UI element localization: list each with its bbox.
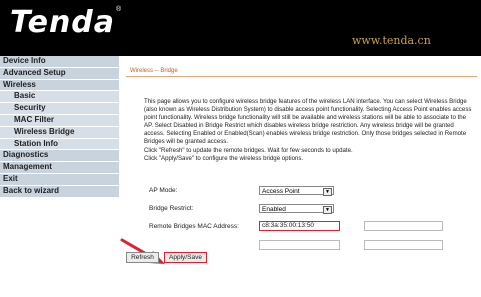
site-url: www.tenda.cn [352,34,431,47]
sidebar-item-device-info[interactable]: Device Info [0,56,119,68]
chevron-down-icon: ▼ [323,188,332,196]
sidebar-item-station-info[interactable]: Station Info [0,138,119,151]
bridge-restrict-label: Bridge Restrict: [149,205,194,212]
page-description: This page allows you to configure wirele… [144,98,476,163]
ap-mode-label: AP Mode: [149,187,178,194]
sidebar-item-exit[interactable]: Exit [0,173,119,186]
sidebar-item-security[interactable]: Security [0,103,119,115]
sidebar-item-basic[interactable]: Basic [0,91,119,104]
remote-mac-input-1[interactable]: c8:3a:35:00:13:50 [259,221,340,231]
remote-mac-input-2[interactable] [364,221,443,231]
bridge-restrict-value: Enabled [262,206,286,213]
remote-mac-label: Remote Bridges MAC Address: [149,223,239,230]
remote-mac-input-3[interactable] [259,240,340,250]
header-banner: Tenda ® www.tenda.cn [0,0,481,56]
apply-save-button[interactable]: Apply/Save [164,252,207,263]
sidebar-nav: Device Info Advanced Setup Wireless Basi… [0,56,119,297]
chevron-down-icon: ▼ [323,206,332,214]
refresh-button[interactable]: Refresh [126,252,159,263]
description-apply-note: Click "Apply/Save" to configure the wire… [144,154,304,162]
breadcrumb-divider [126,76,477,77]
bridge-restrict-select[interactable]: Enabled ▼ [259,204,334,214]
description-paragraph: This page allows you to configure wirele… [144,98,472,146]
registered-mark: ® [116,6,122,13]
sidebar-item-mac-filter[interactable]: MAC Filter [0,114,119,127]
sidebar-item-management[interactable]: Management [0,162,119,174]
main-content: Wireless -- Bridge This page allows you … [119,56,481,297]
sidebar-item-wireless-bridge[interactable]: Wireless Bridge [0,126,119,139]
sidebar-item-advanced-setup[interactable]: Advanced Setup [0,67,119,80]
sidebar-item-back-to-wizard[interactable]: Back to wizard [0,185,119,198]
ap-mode-value: Access Point [262,188,300,195]
description-refresh-note: Click "Refresh" to update the remote bri… [144,146,353,154]
tenda-logo: Tenda [10,5,116,40]
sidebar-item-diagnostics[interactable]: Diagnostics [0,150,119,163]
breadcrumb: Wireless -- Bridge [130,68,178,74]
sidebar-item-wireless[interactable]: Wireless [0,79,119,92]
remote-mac-input-4[interactable] [364,240,443,250]
ap-mode-select[interactable]: Access Point ▼ [259,186,334,196]
